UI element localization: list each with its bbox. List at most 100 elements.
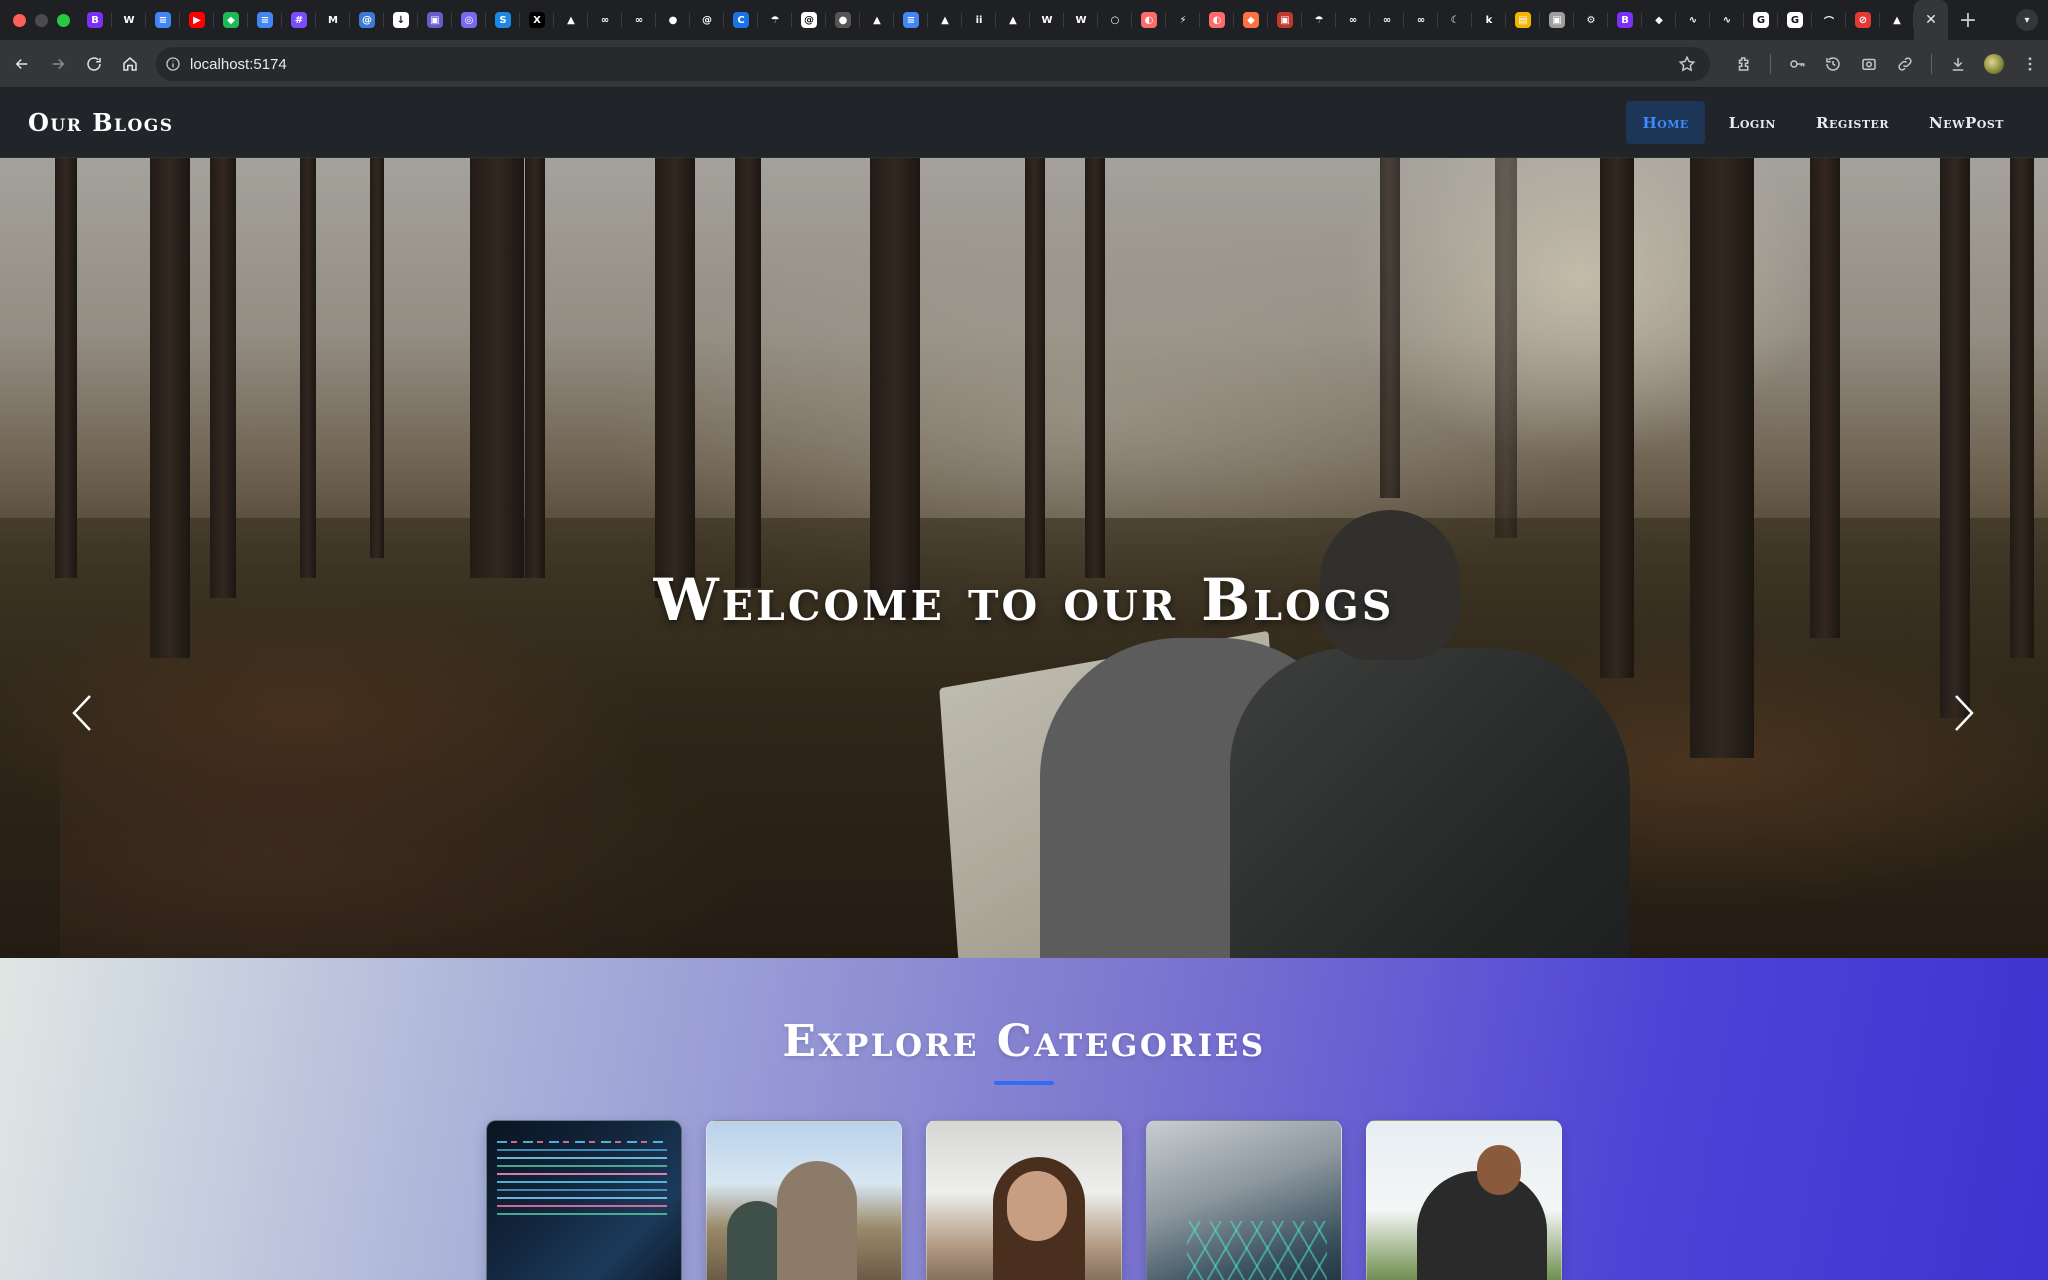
browser-tab[interactable]: ▶: [180, 0, 214, 40]
profile-avatar[interactable]: [1976, 46, 2012, 82]
browser-tab[interactable]: ≡: [894, 0, 928, 40]
browser-tab[interactable]: ◐: [1200, 0, 1234, 40]
browser-tab[interactable]: @: [792, 0, 826, 40]
browser-tab[interactable]: ≡: [146, 0, 180, 40]
extensions-icon[interactable]: [1726, 46, 1762, 82]
browser-tab[interactable]: ∿: [1676, 0, 1710, 40]
password-key-icon[interactable]: [1779, 46, 1815, 82]
browser-tab[interactable]: ⚙: [1574, 0, 1608, 40]
browser-tab[interactable]: ∞: [1404, 0, 1438, 40]
minimize-window-button[interactable]: [35, 13, 48, 27]
maximize-window-button[interactable]: [57, 13, 70, 27]
site-info-icon[interactable]: [156, 56, 190, 72]
colors-icon: ▤: [1515, 12, 1531, 28]
browser-tab[interactable]: X: [520, 0, 554, 40]
s-icon: S: [495, 12, 511, 28]
nav-link-newpost[interactable]: NewPost: [1913, 101, 2020, 144]
browser-tab[interactable]: B: [78, 0, 112, 40]
bookmark-star-icon[interactable]: [1678, 55, 1696, 78]
browser-tab[interactable]: ◆: [214, 0, 248, 40]
carousel-next-button[interactable]: [1944, 688, 1984, 738]
browser-tab[interactable]: M: [316, 0, 350, 40]
loop-icon: ∞: [631, 12, 647, 28]
browser-tab[interactable]: B: [1608, 0, 1642, 40]
browser-tab[interactable]: ▲: [1880, 0, 1914, 40]
browser-tab[interactable]: ▣: [1540, 0, 1574, 40]
browser-tab[interactable]: ≡: [248, 0, 282, 40]
nav-link-login[interactable]: Login: [1713, 101, 1792, 144]
browser-tab[interactable]: W: [1030, 0, 1064, 40]
browser-tab[interactable]: ●: [826, 0, 860, 40]
browser-tab[interactable]: ▣: [418, 0, 452, 40]
category-card-tech[interactable]: [486, 1120, 682, 1280]
url-text[interactable]: localhost:5174: [190, 56, 287, 73]
browser-tab[interactable]: G: [1778, 0, 1812, 40]
browser-tab[interactable]: ∿: [1710, 0, 1744, 40]
category-card-travel[interactable]: [706, 1120, 902, 1280]
reload-button[interactable]: [76, 46, 112, 82]
browser-tab[interactable]: ▲: [554, 0, 588, 40]
nav-link-home[interactable]: Home: [1626, 101, 1705, 144]
code-lines-image: [497, 1141, 667, 1143]
browser-tab[interactable]: ◆: [1642, 0, 1676, 40]
browser-tab[interactable]: ▣: [1268, 0, 1302, 40]
browser-tab[interactable]: ⊘: [1846, 0, 1880, 40]
browser-tab[interactable]: k: [1472, 0, 1506, 40]
g-icon: G: [1787, 12, 1803, 28]
browser-tab[interactable]: ☂: [1302, 0, 1336, 40]
browser-tab[interactable]: ☂: [758, 0, 792, 40]
reload-icon: [87, 56, 101, 71]
browser-tab[interactable]: C: [724, 0, 758, 40]
browser-tab[interactable]: ◎: [452, 0, 486, 40]
browser-tab[interactable]: G: [1744, 0, 1778, 40]
link-icon[interactable]: [1887, 46, 1923, 82]
category-card-food[interactable]: [926, 1120, 1122, 1280]
browser-tab[interactable]: @: [350, 0, 384, 40]
browser-tab[interactable]: S: [486, 0, 520, 40]
browser-tab[interactable]: ⌒: [1812, 0, 1846, 40]
close-icon[interactable]: ✕: [1925, 12, 1937, 28]
browser-tab[interactable]: #: [282, 0, 316, 40]
forward-button[interactable]: [40, 46, 76, 82]
browser-menu-icon[interactable]: [2012, 46, 2048, 82]
address-bar[interactable]: localhost:5174: [156, 47, 1710, 81]
browser-tab[interactable]: ▲: [996, 0, 1030, 40]
site-brand[interactable]: Our Blogs: [28, 108, 174, 137]
screenshot-icon[interactable]: [1851, 46, 1887, 82]
drive-icon: ▲: [1005, 12, 1021, 28]
browser-tab[interactable]: ∞: [622, 0, 656, 40]
browser-tab[interactable]: W: [112, 0, 146, 40]
new-tab-button[interactable]: +: [1948, 0, 1988, 40]
category-card-health[interactable]: [1146, 1120, 1342, 1280]
browser-tab[interactable]: ◐: [1132, 0, 1166, 40]
browser-tab[interactable]: ☾: [1438, 0, 1472, 40]
browser-tab[interactable]: W: [1064, 0, 1098, 40]
browser-tab[interactable]: ▲: [928, 0, 962, 40]
nav-link-register[interactable]: Register: [1800, 101, 1905, 144]
w-icon: W: [1039, 12, 1055, 28]
browser-tab-active[interactable]: ✕: [1914, 0, 1948, 40]
history-icon[interactable]: [1815, 46, 1851, 82]
back-button[interactable]: [4, 46, 40, 82]
chart-icon: @: [359, 12, 375, 28]
browser-tab[interactable]: ▲: [860, 0, 894, 40]
browser-tab[interactable]: ↓: [384, 0, 418, 40]
browser-tab[interactable]: ∞: [1336, 0, 1370, 40]
close-window-button[interactable]: [13, 13, 26, 27]
drive-icon: ▲: [937, 12, 953, 28]
category-card-fitness[interactable]: [1366, 1120, 1562, 1280]
browser-toolbar: localhost:5174: [0, 40, 2048, 88]
tab-search-button[interactable]: ▾: [2016, 9, 2038, 31]
downloads-icon[interactable]: [1940, 46, 1976, 82]
browser-tab[interactable]: ∞: [588, 0, 622, 40]
browser-tab[interactable]: ▤: [1506, 0, 1540, 40]
browser-tab[interactable]: @: [690, 0, 724, 40]
carousel-prev-button[interactable]: [62, 688, 102, 738]
browser-tab[interactable]: ∞: [1370, 0, 1404, 40]
browser-tab[interactable]: ⚡: [1166, 0, 1200, 40]
browser-tab[interactable]: ○: [1098, 0, 1132, 40]
browser-tab[interactable]: ii: [962, 0, 996, 40]
home-button[interactable]: [112, 46, 148, 82]
browser-tab[interactable]: ◆: [1234, 0, 1268, 40]
browser-tab[interactable]: ●: [656, 0, 690, 40]
